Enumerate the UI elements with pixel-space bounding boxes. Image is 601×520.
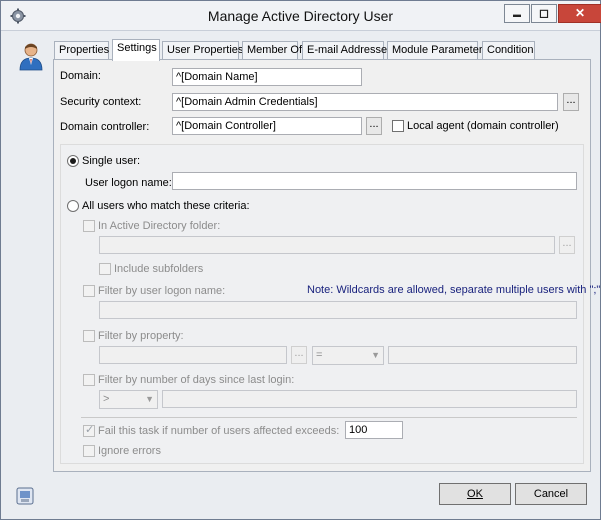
ad-folder-checkbox[interactable] xyxy=(83,220,95,232)
close-icon: ✕ xyxy=(574,6,586,20)
filter-property-browse-button[interactable]: ... xyxy=(291,346,307,364)
logon-name-field[interactable] xyxy=(172,172,577,190)
ellipsis-icon: ... xyxy=(566,94,576,106)
help-icon[interactable] xyxy=(16,487,34,505)
ignore-errors-checkbox[interactable] xyxy=(83,445,95,457)
ok-button[interactable]: OK xyxy=(439,483,511,505)
close-button[interactable]: ✕ xyxy=(558,4,601,23)
user-avatar-icon xyxy=(19,43,43,71)
cancel-label: Cancel xyxy=(533,488,569,500)
wildcard-note: Note: Wildcards are allowed, separate mu… xyxy=(307,284,601,296)
chevron-down-icon: ▼ xyxy=(371,350,380,360)
filter-days-checkbox[interactable] xyxy=(83,374,95,386)
ok-label: OK xyxy=(467,488,483,500)
days-operator-value: > xyxy=(103,393,110,405)
dialog-window: Manage Active Directory User ▬ ◻ ✕ Prope… xyxy=(0,0,601,520)
dc-browse-button[interactable]: ... xyxy=(366,117,382,135)
operator-value: = xyxy=(316,349,323,361)
filter-property-checkbox[interactable] xyxy=(83,330,95,342)
maximize-icon: ◻ xyxy=(539,6,549,20)
domain-controller-label: Domain controller: xyxy=(60,121,150,133)
all-users-radio[interactable] xyxy=(67,200,79,212)
security-context-label: Security context: xyxy=(60,96,142,108)
domain-label: Domain: xyxy=(60,70,101,82)
user-selection-group: Single user: User logon name: All users … xyxy=(60,144,601,464)
tab-module-parameters[interactable]: Module Parameters xyxy=(387,41,488,60)
settings-page: Domain: ^[Domain Name] Security context:… xyxy=(53,59,601,472)
include-subfolders-checkbox[interactable] xyxy=(99,263,111,275)
days-operator-select[interactable]: > ▼ xyxy=(99,390,158,409)
divider xyxy=(81,417,577,418)
filter-property-field[interactable] xyxy=(99,346,287,364)
filter-logon-field[interactable] xyxy=(99,301,577,319)
include-subfolders-label: Include subfolders xyxy=(114,263,204,275)
filter-logon-checkbox[interactable] xyxy=(83,285,95,297)
ad-folder-label: In Active Directory folder: xyxy=(98,220,221,232)
tab-member-of[interactable]: Member Of xyxy=(242,41,302,60)
fail-task-checkbox[interactable]: ✓ xyxy=(83,424,95,437)
local-agent-checkbox[interactable] xyxy=(392,120,404,132)
ignore-errors-label: Ignore errors xyxy=(98,445,161,457)
ellipsis-icon: ... xyxy=(562,237,572,249)
tab-user-properties[interactable]: User Properties xyxy=(162,41,243,60)
days-field[interactable] xyxy=(162,390,577,408)
filter-logon-label: Filter by user logon name: xyxy=(98,285,226,297)
checkmark-icon: ✓ xyxy=(85,424,95,436)
single-user-radio[interactable] xyxy=(67,155,79,167)
logon-name-label: User logon name: xyxy=(85,177,172,189)
single-user-label: Single user: xyxy=(82,155,141,167)
minimize-button[interactable]: ▬ xyxy=(504,4,530,23)
domain-field[interactable]: ^[Domain Name] xyxy=(172,68,362,86)
chevron-down-icon: ▼ xyxy=(145,394,154,404)
security-context-field[interactable]: ^[Domain Admin Credentials] xyxy=(172,93,558,111)
tab-settings[interactable]: Settings xyxy=(112,39,160,61)
tab-condition[interactable]: Condition xyxy=(482,41,535,60)
filter-property-value-field[interactable] xyxy=(388,346,577,364)
domain-controller-field[interactable]: ^[Domain Controller] xyxy=(172,117,362,135)
ellipsis-icon: ... xyxy=(369,118,379,130)
ad-folder-browse-button[interactable]: ... xyxy=(559,236,575,254)
fail-task-threshold-field[interactable]: 100 xyxy=(345,421,403,439)
security-browse-button[interactable]: ... xyxy=(563,93,579,111)
filter-property-label: Filter by property: xyxy=(98,330,184,342)
ellipsis-icon: ... xyxy=(294,347,304,359)
local-agent-label: Local agent (domain controller) xyxy=(407,120,559,132)
operator-select[interactable]: = ▼ xyxy=(312,346,384,365)
minimize-icon: ▬ xyxy=(513,10,521,19)
tab-email-addresses[interactable]: E-mail Addresses xyxy=(302,41,393,60)
tab-properties[interactable]: Properties xyxy=(54,41,109,60)
all-users-label: All users who match these criteria: xyxy=(82,200,250,212)
radio-selected-dot xyxy=(70,158,76,164)
cancel-button[interactable]: Cancel xyxy=(515,483,587,505)
filter-days-label: Filter by number of days since last logi… xyxy=(98,374,295,386)
ad-folder-field[interactable] xyxy=(99,236,555,254)
title-bar: Manage Active Directory User ▬ ◻ ✕ xyxy=(1,1,601,31)
fail-task-label: Fail this task if number of users affect… xyxy=(98,425,340,437)
maximize-button[interactable]: ◻ xyxy=(531,4,557,23)
